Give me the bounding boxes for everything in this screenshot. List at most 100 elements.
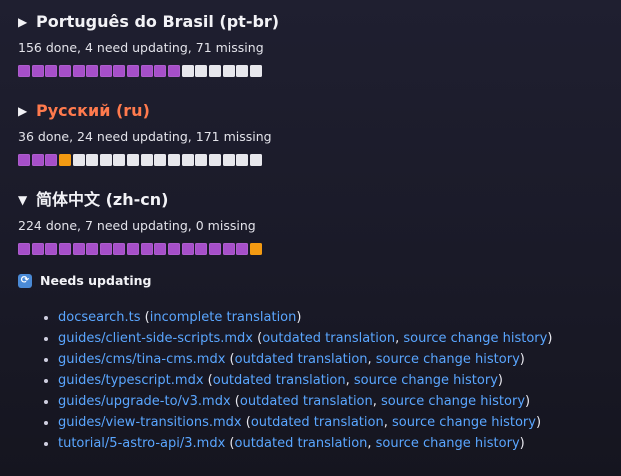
progress-square-done xyxy=(181,243,194,255)
progress-square-missing xyxy=(154,154,167,166)
progress-square-missing xyxy=(72,154,85,166)
list-item: guides/cms/tina-cms.mdx (outdated transl… xyxy=(18,349,621,370)
section-stats: 156 done, 4 need updating, 71 missing xyxy=(18,40,264,55)
translation-link[interactable]: outdated translation xyxy=(262,331,395,346)
progress-bar xyxy=(18,243,621,255)
progress-square-done xyxy=(236,243,249,255)
expand-triangle-icon[interactable]: ▶ xyxy=(18,101,28,121)
progress-square-missing xyxy=(208,154,221,166)
progress-square-done xyxy=(58,243,71,255)
file-link[interactable]: guides/typescript.mdx xyxy=(58,373,204,388)
section-title: 简体中文 (zh-cn) xyxy=(36,190,169,209)
progress-square-done xyxy=(58,65,71,77)
expand-triangle-icon[interactable]: ▶ xyxy=(18,12,28,32)
progress-square-done xyxy=(45,65,58,77)
translation-link[interactable]: outdated translation xyxy=(235,436,368,451)
list-item: tutorial/5-astro-api/3.mdx (outdated tra… xyxy=(18,433,621,454)
progress-square-done xyxy=(99,243,112,255)
progress-square-missing xyxy=(222,154,235,166)
list-item: docsearch.ts (incomplete translation) xyxy=(18,307,621,328)
progress-square-missing xyxy=(222,65,235,77)
progress-square-missing xyxy=(168,154,181,166)
progress-bar xyxy=(18,65,621,77)
translation-link[interactable]: outdated translation xyxy=(213,373,346,388)
source-history-link[interactable]: source change history xyxy=(381,394,525,409)
progress-square-done xyxy=(99,65,112,77)
list-item: guides/typescript.mdx (outdated translat… xyxy=(18,370,621,391)
progress-square-done xyxy=(195,243,208,255)
progress-square-done xyxy=(113,65,126,77)
section-title: Português do Brasil (pt-br) xyxy=(36,12,280,31)
progress-square-missing xyxy=(181,154,194,166)
progress-square-done xyxy=(31,154,44,166)
progress-square-done xyxy=(45,154,58,166)
section-stats: 36 done, 24 need updating, 171 missing xyxy=(18,129,272,144)
progress-square-done xyxy=(208,243,221,255)
progress-square-missing xyxy=(195,154,208,166)
progress-square-done xyxy=(86,65,99,77)
list-item: guides/client-side-scripts.mdx (outdated… xyxy=(18,328,621,349)
file-link[interactable]: guides/view-transitions.mdx xyxy=(58,415,242,430)
progress-square-done xyxy=(154,243,167,255)
progress-square-done xyxy=(18,65,30,77)
section-stats: 224 done, 7 need updating, 0 missing xyxy=(18,218,256,233)
progress-square-done xyxy=(168,65,181,77)
progress-square-missing xyxy=(113,154,126,166)
progress-square-done xyxy=(168,243,181,255)
file-link[interactable]: docsearch.ts xyxy=(58,310,141,325)
progress-square-done xyxy=(222,243,235,255)
list-item: guides/upgrade-to/v3.mdx (outdated trans… xyxy=(18,391,621,412)
section-header-pt-br[interactable]: ▶ Português do Brasil (pt-br) xyxy=(18,12,621,32)
progress-square-missing xyxy=(181,65,194,77)
progress-square-missing xyxy=(208,65,221,77)
progress-square-missing xyxy=(140,154,153,166)
progress-square-missing xyxy=(195,65,208,77)
progress-square-done xyxy=(140,243,153,255)
needs-updating-label: Needs updating xyxy=(40,273,152,288)
language-section-pt-br: ▶ Português do Brasil (pt-br) 156 done, … xyxy=(18,0,621,77)
translation-link[interactable]: outdated translation xyxy=(240,394,373,409)
progress-square-done xyxy=(45,243,58,255)
section-header-zh-cn[interactable]: ▼ 简体中文 (zh-cn) xyxy=(18,190,621,210)
section-title: Русский (ru) xyxy=(36,101,150,120)
translation-status-panel: ▶ Português do Brasil (pt-br) 156 done, … xyxy=(0,0,621,454)
progress-square-missing xyxy=(86,154,99,166)
refresh-icon: ⟳ xyxy=(18,273,32,288)
file-link[interactable]: guides/cms/tina-cms.mdx xyxy=(58,352,225,367)
list-item: guides/view-transitions.mdx (outdated tr… xyxy=(18,412,621,433)
source-history-link[interactable]: source change history xyxy=(392,415,536,430)
translation-link[interactable]: outdated translation xyxy=(235,352,368,367)
collapse-triangle-icon[interactable]: ▼ xyxy=(18,190,28,210)
progress-square-done xyxy=(72,65,85,77)
progress-square-missing xyxy=(99,154,112,166)
translation-link[interactable]: outdated translation xyxy=(251,415,384,430)
progress-square-done xyxy=(31,65,44,77)
source-history-link[interactable]: source change history xyxy=(376,352,520,367)
source-history-link[interactable]: source change history xyxy=(403,331,547,346)
progress-square-missing xyxy=(249,154,262,166)
source-history-link[interactable]: source change history xyxy=(376,436,520,451)
needs-updating-list: docsearch.ts (incomplete translation) gui… xyxy=(18,307,621,454)
section-header-ru[interactable]: ▶ Русский (ru) xyxy=(18,101,621,121)
source-history-link[interactable]: source change history xyxy=(354,373,498,388)
progress-square-updating xyxy=(58,154,71,166)
progress-square-done xyxy=(140,65,153,77)
progress-square-missing xyxy=(249,65,262,77)
progress-square-done xyxy=(113,243,126,255)
language-section-ru: ▶ Русский (ru) 36 done, 24 need updating… xyxy=(18,77,621,166)
progress-square-updating xyxy=(249,243,262,255)
progress-square-missing xyxy=(236,65,249,77)
language-section-zh-cn: ▼ 简体中文 (zh-cn) 224 done, 7 need updating… xyxy=(18,166,621,255)
progress-square-done xyxy=(31,243,44,255)
file-link[interactable]: guides/client-side-scripts.mdx xyxy=(58,331,253,346)
progress-square-done xyxy=(154,65,167,77)
translation-link[interactable]: incomplete translation xyxy=(150,310,297,325)
file-link[interactable]: guides/upgrade-to/v3.mdx xyxy=(58,394,231,409)
needs-updating-heading: ⟳ Needs updating xyxy=(18,273,621,288)
progress-square-missing xyxy=(127,154,140,166)
progress-square-done xyxy=(86,243,99,255)
file-link[interactable]: tutorial/5-astro-api/3.mdx xyxy=(58,436,225,451)
progress-square-done xyxy=(127,65,140,77)
progress-square-done xyxy=(18,243,30,255)
progress-square-done xyxy=(127,243,140,255)
